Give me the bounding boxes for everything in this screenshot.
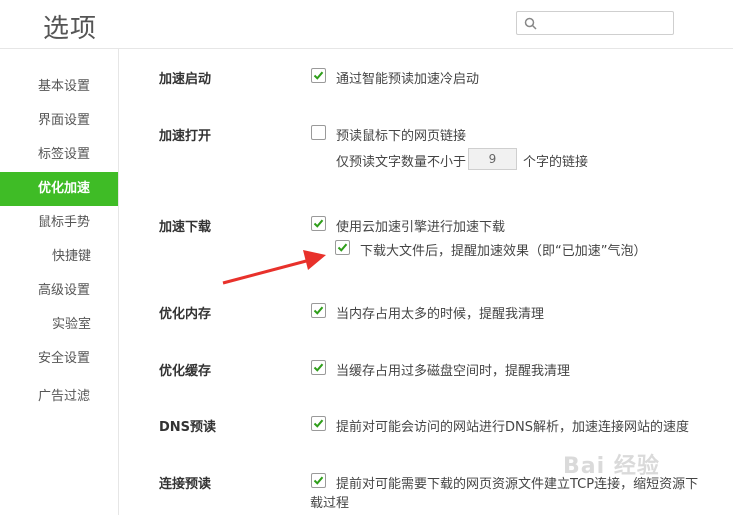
sidebar-item-label: 安全设置 xyxy=(38,351,91,366)
page-title: 选项 xyxy=(43,14,98,44)
option-label-wrap: 载过程 xyxy=(310,496,350,511)
min-chars-suffix: 个字的链接 xyxy=(523,155,589,170)
sidebar-item-label: 鼠标手势 xyxy=(38,215,91,230)
option-label: 预读鼠标下的网页链接 xyxy=(336,129,467,144)
checkmark-icon xyxy=(337,243,348,252)
checkmark-icon xyxy=(313,363,324,372)
checkmark-icon xyxy=(313,476,324,485)
checkbox-dns-prefetch[interactable] xyxy=(311,416,326,431)
header: 选项 xyxy=(0,0,733,49)
checkbox-preload-hover-links[interactable] xyxy=(311,125,326,140)
sidebar-item-advanced[interactable]: 高级设置 xyxy=(0,274,118,308)
search-input[interactable] xyxy=(516,11,674,35)
sidebar-item-tabs[interactable]: 标签设置 xyxy=(0,138,118,172)
option-label: 当缓存占用过多磁盘空间时，提醒我清理 xyxy=(336,364,571,379)
sidebar-item-gestures[interactable]: 鼠标手势 xyxy=(0,206,118,240)
checkmark-icon xyxy=(313,219,324,228)
checkbox-download-reminder[interactable] xyxy=(335,240,350,255)
section-title-dns: DNS预读 xyxy=(159,420,217,435)
watermark: Bai 经验 xyxy=(563,454,660,479)
checkbox-memory-cleanup[interactable] xyxy=(311,303,326,318)
option-label: 当内存占用太多的时候，提醒我清理 xyxy=(336,307,545,322)
sidebar-item-basic[interactable]: 基本设置 xyxy=(0,70,118,104)
sidebar-item-label: 基本设置 xyxy=(38,79,91,94)
sidebar-item-interface[interactable]: 界面设置 xyxy=(0,104,118,138)
sidebar-item-label: 广告过滤 xyxy=(38,389,91,404)
option-label: 提前对可能会访问的网站进行DNS解析，加速连接网站的速度 xyxy=(336,420,689,435)
sidebar-item-label: 快捷键 xyxy=(52,249,92,264)
sidebar-item-label: 界面设置 xyxy=(38,113,91,128)
checkmark-icon xyxy=(313,71,324,80)
settings-panel: 加速启动 通过智能预读加速冷启动 加速打开 预读鼠标下的网页链接 仅预读文字数量… xyxy=(119,49,733,515)
section-title-memory: 优化内存 xyxy=(159,307,212,322)
min-chars-prefix: 仅预读文字数量不小于 xyxy=(336,155,467,170)
checkbox-cloud-download[interactable] xyxy=(311,216,326,231)
sidebar-item-adblock[interactable]: 广告过滤 xyxy=(0,380,118,414)
section-title-cache: 优化缓存 xyxy=(159,364,212,379)
sidebar-item-lab[interactable]: 实验室 xyxy=(0,308,118,342)
sidebar-item-label: 实验室 xyxy=(52,317,92,332)
sidebar: 基本设置 界面设置 标签设置 优化加速 鼠标手势 快捷键 高级设置 实验室 安全… xyxy=(0,49,119,515)
sidebar-item-label: 高级设置 xyxy=(38,283,91,298)
section-title-connect: 连接预读 xyxy=(159,477,212,492)
checkbox-tcp-preconnect[interactable] xyxy=(311,473,326,488)
option-label: 使用云加速引擎进行加速下载 xyxy=(336,220,506,235)
section-title-download: 加速下载 xyxy=(159,220,212,235)
checkmark-icon xyxy=(313,306,324,315)
min-chars-input[interactable]: 9 xyxy=(468,148,517,170)
checkbox-cache-cleanup[interactable] xyxy=(311,360,326,375)
sidebar-item-optimize[interactable]: 优化加速 xyxy=(0,172,118,206)
option-label: 通过智能预读加速冷启动 xyxy=(336,72,480,87)
sidebar-item-shortcuts[interactable]: 快捷键 xyxy=(0,240,118,274)
sidebar-item-label: 标签设置 xyxy=(38,147,91,162)
sidebar-item-security[interactable]: 安全设置 xyxy=(0,342,118,376)
section-title-startup: 加速启动 xyxy=(159,72,212,87)
section-title-open: 加速打开 xyxy=(159,129,212,144)
option-label: 下载大文件后，提醒加速效果（即“已加速”气泡） xyxy=(360,244,647,259)
checkmark-icon xyxy=(313,419,324,428)
search-icon xyxy=(524,17,537,30)
sidebar-item-label: 优化加速 xyxy=(38,181,91,196)
checkbox-smart-preload[interactable] xyxy=(311,68,326,83)
